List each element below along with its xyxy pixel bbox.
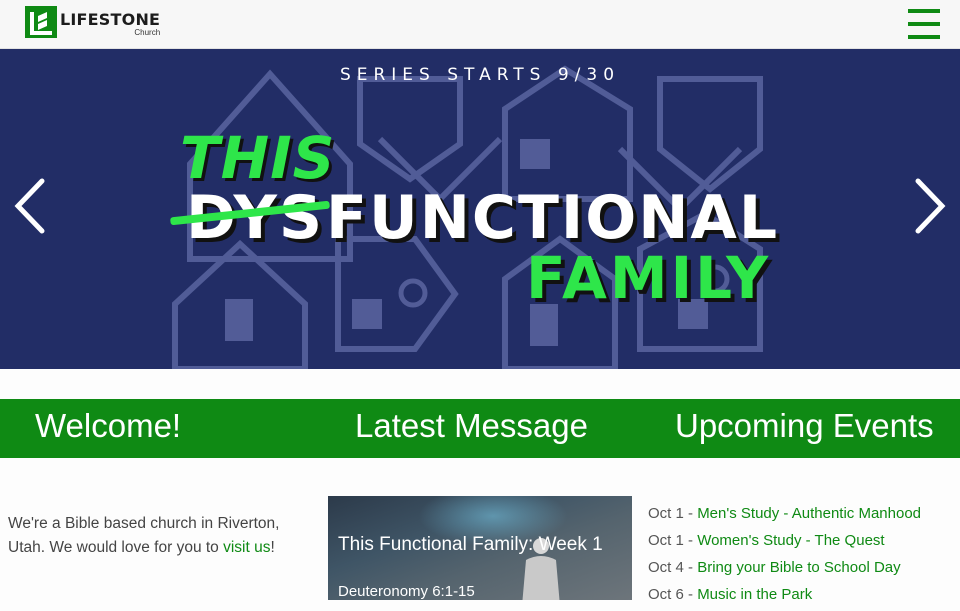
series-start-text: SERIES STARTS 9/30 <box>339 65 621 85</box>
event-link[interactable]: Bring your Bible to School Day <box>697 559 900 576</box>
chevron-right-icon[interactable] <box>910 177 950 235</box>
event-date: Oct 4 - <box>648 559 698 576</box>
hamburger-menu-icon[interactable] <box>908 9 940 39</box>
event-date: Oct 6 - <box>648 586 698 603</box>
event-item: Oct 4 - Bring your Bible to School Day <box>648 557 960 584</box>
event-date: Oct 1 - <box>648 505 698 522</box>
chevron-left-icon[interactable] <box>10 177 50 235</box>
event-date: Oct 1 - <box>648 532 698 549</box>
event-link[interactable]: Women's Study - The Quest <box>697 532 884 549</box>
hero-banner[interactable]: SERIES STARTS 9/30 THIS DYS FUNCTIONAL F… <box>0 49 960 369</box>
hero-word-this: THIS <box>180 124 336 192</box>
section-headings-bar: Welcome! Latest Message Upcoming Events <box>0 399 960 458</box>
welcome-heading: Welcome! <box>35 407 182 444</box>
event-link[interactable]: Men's Study - Authentic Manhood <box>697 505 921 522</box>
latest-message-heading: Latest Message <box>355 407 588 444</box>
welcome-text: We're a Bible based church in Riverton, … <box>8 512 308 560</box>
logo-mark-icon <box>25 6 57 38</box>
event-link[interactable]: Music in the Park <box>697 586 812 603</box>
events-list: Oct 1 - Men's Study - Authentic Manhood … <box>648 503 960 611</box>
logo-subtitle: Church <box>134 28 161 37</box>
logo[interactable]: LIFESTONE Church <box>25 6 160 38</box>
message-title: This Functional Family: Week 1 <box>338 534 603 555</box>
logo-name: LIFESTONE <box>60 10 161 29</box>
message-scripture: Deuteronomy 6:1-15 <box>338 583 475 600</box>
event-item: Oct 1 - Men's Study - Authentic Manhood <box>648 503 960 530</box>
latest-message-card[interactable]: This Functional Family: Week 1 Deuterono… <box>328 496 632 600</box>
event-item: Oct 1 - Women's Study - The Quest <box>648 530 960 557</box>
site-header: LIFESTONE Church <box>0 0 960 49</box>
visit-us-link[interactable]: visit us <box>223 539 270 556</box>
upcoming-events-heading: Upcoming Events <box>675 407 934 444</box>
hero-word-family: FAMILY <box>526 244 772 312</box>
hero-word-functional: FUNCTIONAL <box>326 183 780 253</box>
event-item: Oct 6 - Music in the Park <box>648 584 960 611</box>
welcome-text-end: ! <box>270 539 275 556</box>
